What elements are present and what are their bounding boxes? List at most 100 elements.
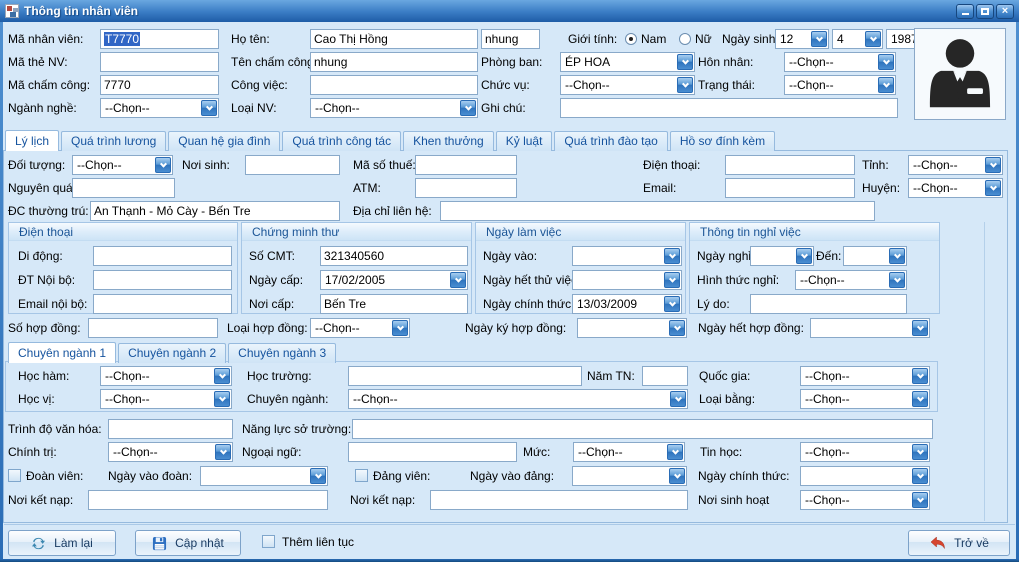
chevron-down-icon[interactable] <box>664 248 680 264</box>
chevron-down-icon[interactable] <box>889 248 905 264</box>
chevron-down-icon[interactable] <box>677 77 693 93</box>
chevron-down-icon[interactable] <box>878 77 894 93</box>
dc-thuong-tru-input[interactable]: An Thạnh - Mỏ Cày - Bến Tre <box>90 201 340 221</box>
ten-cham-cong-input[interactable]: nhung <box>310 52 478 72</box>
dang-vien-checkbox[interactable] <box>355 469 368 482</box>
close-button[interactable]: × <box>996 4 1014 19</box>
cap-nhat-button[interactable]: Cập nhật <box>135 530 241 556</box>
subtab-chuyen-nganh-3[interactable]: Chuyên ngành 3 <box>228 343 336 363</box>
ngay-sinh-day-select[interactable]: 12 <box>775 29 829 49</box>
chevron-down-icon[interactable] <box>811 31 827 47</box>
ngoai-ngu-input[interactable] <box>348 442 517 462</box>
tab-qua-trinh-cong-tac[interactable]: Quá trình công tác <box>282 131 401 151</box>
ho-ten-input[interactable]: Cao Thị Hồng <box>310 29 478 49</box>
hoc-truong-input[interactable] <box>348 366 582 386</box>
ngay-vao-datepicker[interactable] <box>572 246 682 266</box>
den-datepicker[interactable] <box>843 246 907 266</box>
chevron-down-icon[interactable] <box>667 444 683 460</box>
nang-luc-so-truong-input[interactable] <box>352 419 933 439</box>
chevron-down-icon[interactable] <box>310 468 326 484</box>
di-dong-input[interactable] <box>93 246 232 266</box>
chevron-down-icon[interactable] <box>155 157 171 173</box>
ngay-chinh-thuc-dang-datepicker[interactable] <box>800 466 930 486</box>
trang-thai-select[interactable]: --Chọn-- <box>784 75 896 95</box>
chevron-down-icon[interactable] <box>664 272 680 288</box>
ngay-vao-dang-datepicker[interactable] <box>572 466 687 486</box>
ho-ten-short-input[interactable]: nhung <box>481 29 540 49</box>
nganh-nghe-select[interactable]: --Chọn-- <box>100 98 219 118</box>
cong-viec-input[interactable] <box>310 75 478 95</box>
chinh-tri-select[interactable]: --Chọn-- <box>108 442 233 462</box>
dia-chi-lien-he-input[interactable] <box>440 201 875 221</box>
chevron-down-icon[interactable] <box>878 54 894 70</box>
chevron-down-icon[interactable] <box>796 248 812 264</box>
chevron-down-icon[interactable] <box>201 100 217 116</box>
tab-qua-trinh-dao-tao[interactable]: Quá trình đào tạo <box>554 131 667 151</box>
hoc-vi-select[interactable]: --Chọn-- <box>100 389 232 409</box>
loai-bang-select[interactable]: --Chọn-- <box>800 389 930 409</box>
chuc-vu-select[interactable]: --Chọn-- <box>560 75 695 95</box>
gioi-tinh-nu-radio[interactable] <box>679 33 691 45</box>
chevron-down-icon[interactable] <box>912 368 928 384</box>
tab-ly-lich[interactable]: Lý lịch <box>5 130 59 151</box>
trinh-do-van-hoa-input[interactable] <box>108 419 233 439</box>
ngay-ky-hop-dong-datepicker[interactable] <box>577 318 687 338</box>
ngay-het-thu-viec-datepicker[interactable] <box>572 270 682 290</box>
hon-nhan-select[interactable]: --Chọn-- <box>784 52 896 72</box>
ngay-vao-doan-datepicker[interactable] <box>200 466 328 486</box>
quoc-gia-select[interactable]: --Chọn-- <box>800 366 930 386</box>
maximize-button[interactable] <box>976 4 994 19</box>
so-hop-dong-input[interactable] <box>88 318 218 338</box>
tab-ky-luat[interactable]: Kỷ luật <box>496 131 553 151</box>
tab-khen-thuong[interactable]: Khen thưởng <box>403 131 494 151</box>
noi-ket-nap-dang-input[interactable] <box>430 490 688 510</box>
noi-sinh-input[interactable] <box>245 155 340 175</box>
noi-cap-input[interactable]: Bến Tre <box>320 294 468 314</box>
ngay-cap-datepicker[interactable]: 17/02/2005 <box>320 270 468 290</box>
chevron-down-icon[interactable] <box>912 468 928 484</box>
ma-the-nv-input[interactable] <box>100 52 219 72</box>
chevron-down-icon[interactable] <box>215 444 231 460</box>
chevron-down-icon[interactable] <box>912 492 928 508</box>
dien-thoai-input[interactable] <box>725 155 855 175</box>
nguyen-quan-input[interactable] <box>72 178 175 198</box>
huyen-select[interactable]: --Chọn-- <box>908 178 1003 198</box>
loai-nv-select[interactable]: --Chọn-- <box>310 98 478 118</box>
ngay-sinh-month-select[interactable]: 4 <box>832 29 883 49</box>
ghi-chu-input[interactable] <box>560 98 898 118</box>
chevron-down-icon[interactable] <box>985 180 1001 196</box>
ly-do-input[interactable] <box>750 294 907 314</box>
ngay-het-hop-dong-datepicker[interactable] <box>810 318 930 338</box>
chevron-down-icon[interactable] <box>669 468 685 484</box>
gioi-tinh-nam-radio[interactable] <box>625 33 637 45</box>
tro-ve-button[interactable]: Trở về <box>908 530 1010 556</box>
minimize-button[interactable] <box>956 4 974 19</box>
chevron-down-icon[interactable] <box>669 320 685 336</box>
ma-cham-cong-input[interactable]: 7770 <box>100 75 219 95</box>
subtab-chuyen-nganh-1[interactable]: Chuyên ngành 1 <box>8 342 116 363</box>
noi-sinh-hoat-select[interactable]: --Chọn-- <box>800 490 930 510</box>
tab-ho-so-dinh-kem[interactable]: Hồ sơ đính kèm <box>670 131 775 151</box>
subtab-chuyen-nganh-2[interactable]: Chuyên ngành 2 <box>118 343 226 363</box>
ma-so-thue-input[interactable] <box>415 155 517 175</box>
doan-vien-checkbox[interactable] <box>8 469 21 482</box>
tinh-select[interactable]: --Chọn-- <box>908 155 1003 175</box>
chevron-down-icon[interactable] <box>392 320 408 336</box>
loai-hop-dong-select[interactable]: --Chọn-- <box>310 318 410 338</box>
tin-hoc-select[interactable]: --Chọn-- <box>800 442 930 462</box>
chevron-down-icon[interactable] <box>912 320 928 336</box>
ma-nhan-vien-input[interactable]: T7770 <box>100 29 219 49</box>
chevron-down-icon[interactable] <box>664 296 680 312</box>
ngay-nghi-datepicker[interactable] <box>750 246 814 266</box>
tab-quan-he-gia-dinh[interactable]: Quan hệ gia đình <box>168 131 280 151</box>
chevron-down-icon[interactable] <box>214 391 230 407</box>
chevron-down-icon[interactable] <box>677 54 693 70</box>
noi-ket-nap-doan-input[interactable] <box>88 490 328 510</box>
them-lien-tuc-checkbox[interactable] <box>262 535 275 548</box>
chevron-down-icon[interactable] <box>912 444 928 460</box>
chevron-down-icon[interactable] <box>214 368 230 384</box>
tab-qua-trinh-luong[interactable]: Quá trình lương <box>61 131 166 151</box>
window-titlebar[interactable]: Thông tin nhân viên × <box>0 0 1019 22</box>
nam-tn-input[interactable] <box>642 366 688 386</box>
chevron-down-icon[interactable] <box>912 391 928 407</box>
